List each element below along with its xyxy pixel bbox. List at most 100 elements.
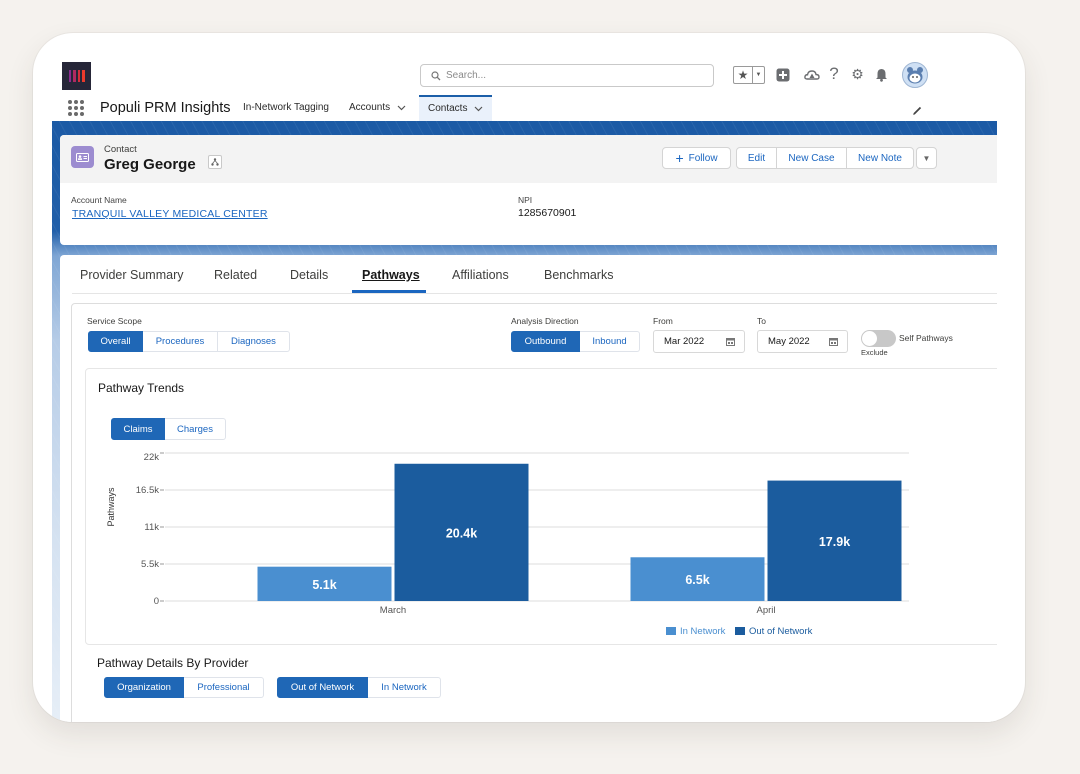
x-category-label: April: [756, 605, 775, 616]
self-pathways-sublabel: Exclude: [861, 348, 888, 357]
favorites-star-icon[interactable]: ★: [734, 67, 753, 83]
x-category-label: March: [380, 605, 406, 616]
self-pathways-label: Self Pathways: [899, 333, 953, 343]
contact-icon: [71, 146, 94, 168]
y-tick-label: 22k: [144, 452, 160, 463]
y-tick-label: 16.5k: [136, 485, 159, 496]
populi-logo[interactable]: [62, 62, 91, 90]
pathway-trends-chart: 0 5.5k 11k 16.5k 22k Pathways 5.1k 20.4k March 6.…: [106, 452, 909, 637]
bar-data-label: 6.5k: [685, 573, 709, 587]
pathways-card: Service Scope Overall Procedures Diagnos…: [71, 303, 997, 722]
main-panel: Provider Summary Related Details Pathway…: [60, 255, 997, 722]
app-window: ★ ▼ ? ⚙ Populi PRM Insights In-Network T…: [33, 33, 1025, 722]
y-axis-title: Pathways: [106, 487, 116, 527]
chevron-down-icon[interactable]: [397, 105, 406, 111]
tab-benchmarks[interactable]: Benchmarks: [544, 268, 613, 282]
new-note-button[interactable]: New Note: [846, 147, 914, 169]
chevron-down-icon[interactable]: [474, 106, 483, 112]
to-date-value: May 2022: [768, 336, 810, 347]
service-scope-overall[interactable]: Overall: [88, 331, 143, 352]
legend-label: Out of Network: [749, 626, 813, 637]
setup-gear-icon[interactable]: ⚙: [850, 66, 865, 82]
provider-type-professional[interactable]: Professional: [184, 677, 264, 698]
calendar-icon[interactable]: [726, 337, 735, 346]
global-add-icon[interactable]: [776, 68, 790, 82]
tabs-divider: [72, 293, 997, 294]
more-actions-button[interactable]: ▼: [916, 147, 937, 169]
to-label: To: [757, 316, 766, 326]
network-group: Out of Network In Network: [277, 677, 441, 698]
caret-down-icon: ▼: [922, 153, 931, 163]
service-scope-procedures[interactable]: Procedures: [143, 331, 218, 352]
tab-details[interactable]: Details: [290, 268, 328, 282]
tab-provider-summary[interactable]: Provider Summary: [80, 268, 184, 282]
record-object-type: Contact: [104, 144, 137, 155]
nav-item-accounts[interactable]: Accounts: [349, 95, 406, 121]
y-tick-label: 11k: [144, 522, 159, 533]
provider-type-group: Organization Professional: [104, 677, 264, 698]
nav-item-in-network-tagging[interactable]: In-Network Tagging: [243, 95, 329, 121]
nav-item-label: Contacts: [428, 103, 468, 114]
notifications-bell-icon[interactable]: [875, 67, 888, 82]
search-icon: [431, 70, 441, 80]
account-name-label: Account Name: [71, 195, 127, 205]
legend-swatch: [735, 627, 745, 635]
self-pathways-toggle[interactable]: [861, 330, 896, 347]
pathway-details-title: Pathway Details By Provider: [97, 656, 249, 670]
metric-claims[interactable]: Claims: [111, 418, 165, 440]
npi-value: 1285670901: [518, 207, 577, 219]
provider-type-organization[interactable]: Organization: [104, 677, 184, 698]
record-highlights-panel: Contact Greg George + Follow Edit New Ca…: [60, 135, 997, 245]
service-scope-diagnoses[interactable]: Diagnoses: [218, 331, 290, 352]
analysis-direction-label: Analysis Direction: [511, 316, 579, 326]
record-name: Greg George: [104, 156, 196, 173]
network-in-network[interactable]: In Network: [368, 677, 441, 698]
direction-inbound[interactable]: Inbound: [580, 331, 640, 352]
legend-swatch: [666, 627, 676, 635]
plus-icon: +: [675, 150, 684, 166]
pencil-icon[interactable]: [912, 103, 923, 121]
new-case-button[interactable]: New Case: [776, 147, 847, 169]
legend-label: In Network: [680, 626, 726, 637]
analysis-direction-group: Outbound Inbound: [511, 331, 640, 352]
bar-data-label: 17.9k: [819, 535, 850, 549]
bar-data-label: 5.1k: [312, 578, 336, 592]
direction-outbound[interactable]: Outbound: [511, 331, 580, 352]
edit-button[interactable]: Edit: [736, 147, 777, 169]
follow-button[interactable]: + Follow: [662, 147, 731, 169]
from-label: From: [653, 316, 673, 326]
app-nav-bar: Populi PRM Insights In-Network Tagging A…: [33, 95, 1025, 121]
from-date-input[interactable]: Mar 2022: [653, 330, 745, 353]
help-icon[interactable]: ?: [828, 64, 840, 84]
npi-label: NPI: [518, 195, 533, 205]
service-scope-group: Overall Procedures Diagnoses: [88, 331, 290, 352]
nav-item-label: Accounts: [349, 102, 391, 113]
calendar-icon[interactable]: [829, 337, 838, 346]
app-launcher-icon[interactable]: [68, 100, 84, 116]
metric-charges[interactable]: Charges: [165, 418, 226, 440]
service-scope-label: Service Scope: [87, 316, 142, 326]
tab-affiliations[interactable]: Affiliations: [452, 268, 509, 282]
follow-label: Follow: [688, 152, 718, 164]
nav-item-contacts[interactable]: Contacts: [419, 95, 493, 121]
app-name: Populi PRM Insights: [100, 100, 231, 116]
user-avatar[interactable]: [902, 62, 928, 88]
favorites-button[interactable]: ★ ▼: [733, 66, 765, 84]
bar-data-label: 20.4k: [446, 526, 477, 540]
network-out-of-network[interactable]: Out of Network: [277, 677, 368, 698]
pathway-trends-title: Pathway Trends: [98, 381, 185, 395]
account-name-link[interactable]: TRANQUIL VALLEY MEDICAL CENTER: [72, 208, 268, 220]
y-tick-label: 0: [154, 596, 159, 607]
hierarchy-icon: [211, 158, 219, 166]
trailhead-cloud-icon[interactable]: [804, 67, 820, 82]
search-input[interactable]: [446, 70, 686, 81]
from-date-value: Mar 2022: [664, 336, 705, 347]
favorites-dropdown-icon[interactable]: ▼: [753, 67, 764, 83]
global-search[interactable]: [420, 64, 714, 87]
y-tick-label: 5.5k: [141, 559, 159, 570]
to-date-input[interactable]: May 2022: [757, 330, 848, 353]
tab-related[interactable]: Related: [214, 268, 257, 282]
tab-pathways[interactable]: Pathways: [362, 268, 420, 282]
nav-item-label: In-Network Tagging: [243, 102, 329, 113]
hierarchy-button[interactable]: [208, 155, 222, 169]
